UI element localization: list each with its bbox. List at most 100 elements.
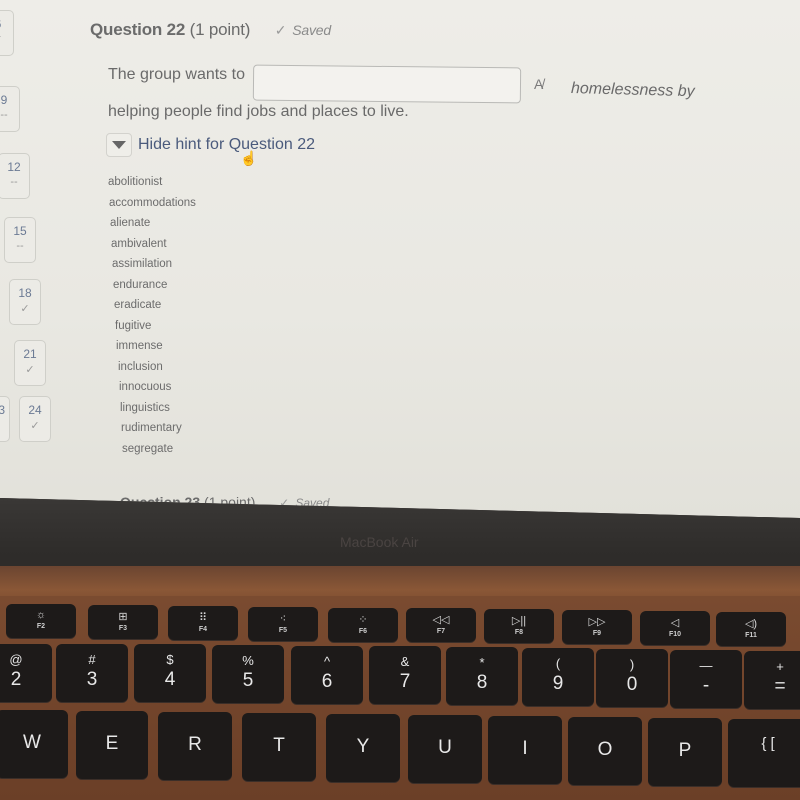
- hint-word: eradicate: [114, 299, 162, 311]
- key-0[interactable]: ) 0: [596, 649, 668, 707]
- question-nav-number: 15: [13, 224, 27, 238]
- key-label: F3: [118, 625, 128, 632]
- key-label: F8: [514, 629, 524, 636]
- question-nav-status: ✓: [20, 303, 30, 315]
- saved-label: Saved: [292, 22, 331, 38]
- key-o[interactable]: O: [568, 717, 642, 785]
- key-f8[interactable]: ▷|| F8: [484, 609, 554, 643]
- hint-word: ambivalent: [111, 237, 167, 250]
- key-f9[interactable]: ▷▷ F9: [562, 610, 632, 644]
- key-9[interactable]: ( 9: [522, 648, 594, 706]
- key-f10[interactable]: ◁ F10: [640, 611, 710, 645]
- keyboard: ☼ F2 ⊞ F3 ⠿ F4 ⁖ F5 ⁘ F6 ◁◁ F7 ▷|| F8 ▷▷…: [0, 596, 800, 800]
- key-shift-label: *: [479, 655, 485, 670]
- key-3[interactable]: # 3: [56, 644, 128, 702]
- question-nav-status: --: [0, 109, 8, 121]
- key-label: F7: [436, 628, 446, 635]
- key-label: 9: [552, 673, 564, 694]
- key-label: F5: [278, 627, 288, 634]
- key-shift-label: +: [776, 659, 784, 674]
- hint-word: rudimentary: [121, 422, 182, 434]
- key-f5[interactable]: ⁖ F5: [248, 607, 318, 641]
- hint-word: immense: [116, 340, 163, 352]
- question-nav-tile[interactable]: 18 ✓: [9, 279, 41, 325]
- pointer-hand-cursor-icon: ☝: [240, 150, 258, 166]
- rewind-icon: ◁◁: [432, 614, 450, 626]
- key-label: I: [522, 738, 528, 759]
- collapse-triangle-button[interactable]: [106, 133, 132, 157]
- question-nav-status: ✓: [30, 420, 40, 432]
- key-8[interactable]: * 8: [446, 647, 518, 705]
- question-nav-number: 3: [0, 403, 5, 417]
- key-label: Y: [356, 736, 370, 757]
- key-bracket-left[interactable]: { [: [728, 719, 800, 787]
- key-label: { [: [761, 735, 775, 752]
- question-nav-tile[interactable]: 24 ✓: [19, 396, 51, 442]
- question-nav-tile[interactable]: 6 ✓: [0, 10, 14, 56]
- key-label: 8: [476, 672, 488, 693]
- key-e[interactable]: E: [76, 711, 148, 779]
- key-label: E: [105, 733, 119, 754]
- key-u[interactable]: U: [408, 715, 482, 783]
- key-4[interactable]: $ 4: [134, 644, 206, 702]
- key-f3[interactable]: ⊞ F3: [88, 605, 158, 639]
- question-nav-status: ✓: [25, 364, 35, 376]
- key-label: F10: [668, 631, 682, 638]
- hide-hint-toggle[interactable]: Hide hint for Question 22: [106, 133, 315, 157]
- hide-hint-label[interactable]: Hide hint for Question 22: [138, 136, 315, 154]
- key-f7[interactable]: ◁◁ F7: [406, 608, 476, 642]
- key-p[interactable]: P: [648, 718, 722, 786]
- question-nav-status: --: [10, 176, 18, 188]
- key-t[interactable]: T: [242, 713, 316, 781]
- key-label: F6: [358, 628, 368, 635]
- prompt-text-after: homelessness by: [570, 80, 695, 101]
- question-nav-tile[interactable]: 3 ✓: [0, 396, 10, 442]
- answer-input[interactable]: [252, 64, 522, 104]
- key-equals[interactable]: + =: [744, 651, 800, 709]
- key-r[interactable]: R: [158, 712, 232, 780]
- key-label: P: [678, 740, 692, 761]
- prompt-text-before: The group wants to: [108, 66, 245, 83]
- key-shift-label: ^: [323, 654, 331, 669]
- fast-forward-icon: ▷▷: [588, 616, 606, 628]
- question-nav-number: 9: [0, 93, 8, 107]
- question-nav-tile[interactable]: 9 --: [0, 86, 20, 132]
- question-nav-tile[interactable]: 21 ✓: [14, 340, 46, 386]
- key-f11[interactable]: ◁) F11: [716, 612, 786, 646]
- key-i[interactable]: I: [488, 716, 562, 784]
- key-label: =: [774, 676, 786, 697]
- hint-word: inclusion: [118, 360, 163, 373]
- triangle-down-icon: [112, 141, 126, 149]
- key-f2[interactable]: ☼ F2: [6, 604, 76, 638]
- hint-word: linguistics: [120, 401, 170, 414]
- key-7[interactable]: & 7: [369, 646, 441, 704]
- question-nav-number: 18: [18, 286, 32, 300]
- key-label: R: [188, 734, 202, 755]
- key-label: 4: [164, 669, 176, 690]
- key-shift-label: @: [9, 652, 23, 667]
- prompt-text-line2: helping people find jobs and places to l…: [108, 103, 409, 120]
- key-y[interactable]: Y: [326, 714, 400, 782]
- key-6[interactable]: ^ 6: [291, 646, 363, 704]
- key-f6[interactable]: ⁘ F6: [328, 608, 398, 642]
- key-w[interactable]: W: [0, 710, 68, 778]
- key-label: W: [23, 732, 41, 753]
- key-shift-label: (: [555, 656, 561, 671]
- brightness-up-icon: ☼: [35, 609, 47, 621]
- key-shift-label: %: [242, 653, 254, 668]
- key-label: F11: [745, 632, 757, 639]
- question-nav-status: ✓: [0, 419, 9, 432]
- hint-word: innocuous: [119, 381, 172, 393]
- question-nav-number: 12: [7, 160, 21, 174]
- key-minus[interactable]: — -: [670, 650, 742, 708]
- key-label: 6: [321, 671, 333, 692]
- key-2[interactable]: @ 2: [0, 644, 52, 702]
- key-label: 5: [242, 670, 254, 691]
- key-shift-label: ): [629, 657, 635, 672]
- question-nav-tile[interactable]: 15 --: [4, 217, 36, 263]
- key-label: 0: [626, 674, 638, 695]
- key-5[interactable]: % 5: [212, 645, 284, 703]
- key-f4[interactable]: ⠿ F4: [168, 606, 238, 640]
- question-nav-tile[interactable]: 12 --: [0, 153, 30, 199]
- key-label: -: [702, 675, 710, 696]
